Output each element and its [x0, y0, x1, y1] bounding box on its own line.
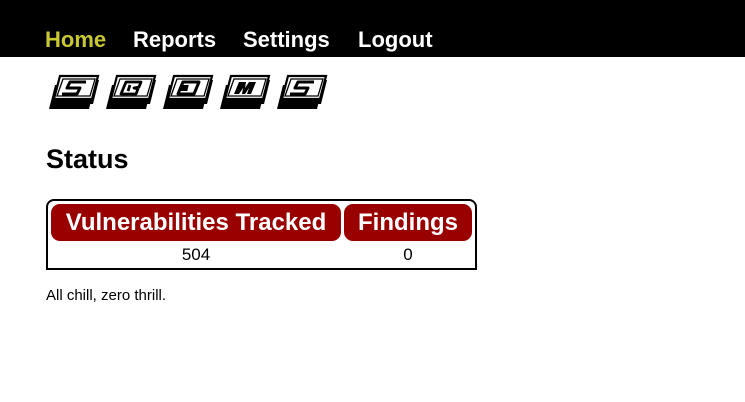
vulnerabilities-tracked-header: Vulnerabilities Tracked	[51, 204, 341, 241]
page-title: Status	[46, 144, 129, 174]
nav-logout-link[interactable]: Logout	[358, 27, 433, 53]
top-navigation-bar: Home Reports Settings Logout	[0, 0, 745, 57]
nav-settings-link[interactable]: Settings	[243, 27, 330, 53]
sboms-logo-graphic	[47, 74, 329, 111]
findings-value: 0	[403, 245, 413, 264]
nav-reports-link[interactable]: Reports	[133, 27, 216, 53]
nav-home-link[interactable]: Home	[45, 27, 106, 53]
vulnerabilities-tracked-value: 504	[181, 245, 211, 264]
sboms-logo	[46, 72, 330, 116]
status-table: Vulnerabilities Tracked Findings 504 0	[46, 199, 477, 270]
findings-header: Findings	[344, 204, 472, 241]
status-message: All chill, zero thrill.	[46, 287, 167, 304]
